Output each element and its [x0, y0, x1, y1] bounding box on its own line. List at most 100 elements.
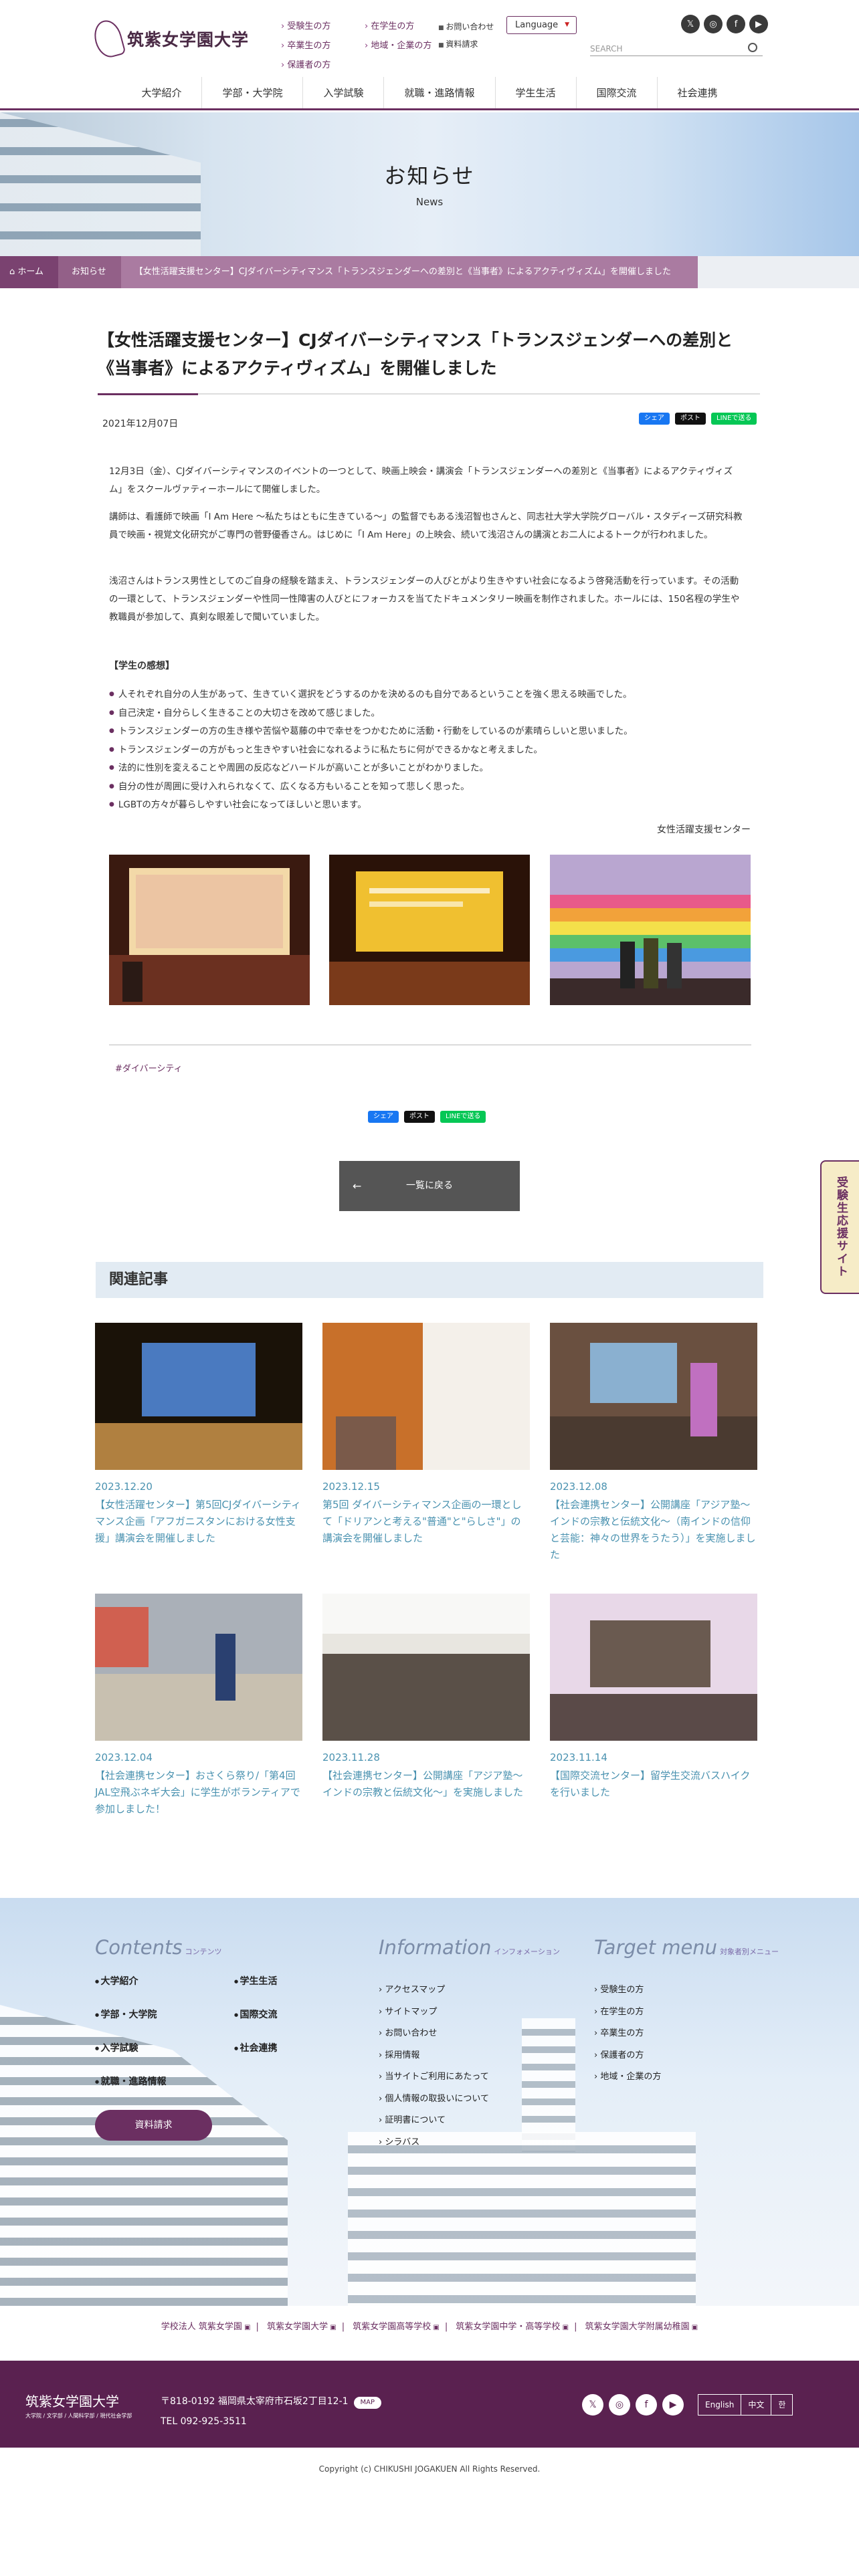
- nav-prospective[interactable]: 受験生の方: [281, 19, 358, 31]
- nav-parents[interactable]: 保護者の方: [281, 58, 358, 70]
- title-divider: [98, 393, 760, 395]
- site-logo[interactable]: 筑紫女学園大学: [90, 17, 249, 61]
- breadcrumb-home[interactable]: ⌂ ホーム: [0, 256, 59, 288]
- audience-nav: 受験生の方 在学生の方 卒業生の方 地域・企業の方 保護者の方: [281, 19, 442, 70]
- footer-link[interactable]: 採用情報: [379, 2045, 489, 2067]
- facebook-icon[interactable]: f: [636, 2394, 657, 2416]
- facebook-share-button[interactable]: シェア: [639, 413, 670, 425]
- footer-link[interactable]: 国際交流: [234, 1998, 278, 2032]
- list-item: トランスジェンダーの方がもっと生きやすい社会になれるように私たちに何ができるかな…: [109, 741, 745, 760]
- footer-link[interactable]: サイトマップ: [379, 2002, 489, 2024]
- event-photo: [550, 855, 751, 1005]
- gnav-admissions[interactable]: 入学試験: [302, 77, 383, 108]
- share-buttons-bottom: シェア ポスト LINEで送る: [368, 1111, 486, 1123]
- global-nav: 大学紹介 学部・大学院 入学試験 就職・進路情報 学生生活 国際交流 社会連携: [0, 77, 859, 110]
- search-icon[interactable]: [748, 43, 757, 52]
- lang-chinese[interactable]: 中文: [741, 2395, 771, 2415]
- footer-link[interactable]: 社会連携: [234, 2032, 278, 2065]
- contact-link[interactable]: お問い合わせ: [438, 22, 494, 31]
- related-card[interactable]: 2023.12.04 【社会連携センター】おさくら祭り/「第4回JAL空飛ぶネギ…: [95, 1594, 302, 1818]
- related-card[interactable]: 2023.11.14 【国際交流センター】留学生交流バスハイクを行いました: [550, 1594, 757, 1801]
- youtube-icon[interactable]: ▶: [749, 15, 768, 33]
- related-title: 第5回 ダイバーシティマンス企画の一環として「ドリアンと考える"普通"と"らしさ…: [322, 1499, 522, 1544]
- list-item: 自分の性が周囲に受け入れられなくて、広くなる方もいることを知って悲しく思った。: [109, 778, 745, 796]
- request-docs-link[interactable]: 資料請求: [438, 39, 478, 49]
- related-card[interactable]: 2023.12.20 【女性活躍センター】第5回CJダイバーシティマンス企画「ア…: [95, 1323, 302, 1547]
- footer-link[interactable]: 在学生の方: [594, 2002, 661, 2024]
- line-share-button[interactable]: LINEで送る: [711, 413, 757, 425]
- gnav-community[interactable]: 社会連携: [656, 77, 738, 108]
- related-site-link[interactable]: 筑紫女学園高等学校: [353, 2322, 440, 2332]
- nav-graduates[interactable]: 卒業生の方: [281, 38, 358, 51]
- footer-link[interactable]: 当サイトご利用にあたって: [379, 2066, 489, 2088]
- x-post-button[interactable]: ポスト: [675, 413, 706, 425]
- instagram-icon[interactable]: ◎: [704, 15, 723, 33]
- footer-sns: 𝕏 ◎ f ▶: [582, 2394, 684, 2416]
- footer-contents-heading: Contents コンテンツ: [95, 1936, 222, 1959]
- nav-community[interactable]: 地域・企業の方: [365, 38, 442, 51]
- footer-link[interactable]: 学生生活: [234, 1965, 278, 1998]
- footer-link[interactable]: 卒業生の方: [594, 2023, 661, 2045]
- breadcrumb-news[interactable]: お知らせ: [58, 256, 121, 288]
- nav-current[interactable]: 在学生の方: [365, 19, 442, 31]
- lang-korean[interactable]: 한: [771, 2395, 792, 2415]
- search-input[interactable]: SEARCH: [590, 40, 763, 56]
- footer-link[interactable]: シラバス: [379, 2132, 489, 2154]
- share-buttons-top: シェア ポスト LINEで送る: [639, 413, 757, 425]
- related-card[interactable]: 2023.12.08 【社会連携センター】公開講座「アジア塾〜インドの宗教と伝統…: [550, 1323, 757, 1564]
- related-title: 【国際交流センター】留学生交流バスハイクを行いました: [550, 1769, 751, 1798]
- tag-link[interactable]: #ダイバーシティ: [115, 1061, 183, 1074]
- footer-info-links: アクセスマップ サイトマップ お問い合わせ 採用情報 当サイトご利用にあたって …: [379, 1979, 489, 2153]
- article-title: 【女性活躍支援センター】CJダイバーシティマンス「トランスジェンダーへの差別と《…: [98, 330, 733, 378]
- footer-link[interactable]: 入学試験: [95, 2032, 167, 2065]
- related-site-link[interactable]: 学校法人 筑紫女学園: [161, 2322, 251, 2332]
- related-title: 【社会連携センター】おさくら祭り/「第4回JAL空飛ぶネギ大会」に学生がボランテ…: [95, 1769, 300, 1815]
- footer-link[interactable]: 個人情報の取扱いについて: [379, 2088, 489, 2111]
- request-docs-button[interactable]: 資料請求: [95, 2110, 212, 2141]
- related-card[interactable]: 2023.12.15 第5回 ダイバーシティマンス企画の一環として「ドリアンと考…: [322, 1323, 530, 1547]
- footer-link[interactable]: 地域・企業の方: [594, 2066, 661, 2088]
- footer-link[interactable]: 大学紹介: [95, 1965, 167, 1998]
- related-date: 2023.11.14: [550, 1751, 607, 1763]
- language-select[interactable]: Language: [506, 16, 577, 34]
- footer-link[interactable]: 受験生の方: [594, 1979, 661, 2002]
- page-title: お知らせ: [384, 163, 475, 189]
- page-subtitle: News: [415, 196, 444, 208]
- line-share-button[interactable]: LINEで送る: [440, 1111, 486, 1123]
- related-site-link[interactable]: 筑紫女学園大学: [267, 2322, 337, 2332]
- related-site-link[interactable]: 筑紫女学園中学・高等学校: [456, 2322, 569, 2332]
- footer-link[interactable]: お問い合わせ: [379, 2023, 489, 2045]
- footer-link[interactable]: 証明書について: [379, 2110, 489, 2132]
- gnav-about[interactable]: 大学紹介: [121, 77, 201, 108]
- related-date: 2023.12.15: [322, 1481, 380, 1493]
- facebook-share-button[interactable]: シェア: [368, 1111, 399, 1123]
- youtube-icon[interactable]: ▶: [662, 2394, 684, 2416]
- instagram-icon[interactable]: ◎: [609, 2394, 630, 2416]
- gnav-international[interactable]: 国際交流: [575, 77, 657, 108]
- facebook-icon[interactable]: f: [727, 15, 745, 33]
- breadcrumb-current: 【女性活躍支援センター】CJダイバーシティマンス「トランスジェンダーへの差別と《…: [120, 256, 698, 288]
- gnav-student-life[interactable]: 学生生活: [494, 77, 576, 108]
- footer-link[interactable]: 保護者の方: [594, 2045, 661, 2067]
- footer-link[interactable]: 学部・大学院: [95, 1998, 167, 2032]
- footer-bar: 筑紫女学園大学 大学院 / 文学部 / 人間科学部 / 現代社会学部 〒818-0…: [0, 2361, 859, 2448]
- related-site-link[interactable]: 筑紫女学園大学附属幼稚園: [585, 2322, 698, 2332]
- related-card[interactable]: 2023.11.28 【社会連携センター】公開講座「アジア塾〜インドの宗教と伝統…: [322, 1594, 530, 1801]
- related-thumbnail: [322, 1323, 530, 1470]
- impressions-heading: 【学生の感想】: [109, 661, 175, 671]
- x-icon[interactable]: 𝕏: [582, 2394, 603, 2416]
- list-item: トランスジェンダーの方の生き様や苦悩や葛藤の中で幸せをつかむために活動・行動をし…: [109, 722, 745, 741]
- gnav-faculties[interactable]: 学部・大学院: [201, 77, 302, 108]
- gnav-career[interactable]: 就職・進路情報: [383, 77, 494, 108]
- footer-link[interactable]: 就職・進路情報: [95, 2065, 167, 2099]
- breadcrumb: ⌂ ホーム お知らせ 【女性活躍支援センター】CJダイバーシティマンス「トランス…: [0, 256, 859, 288]
- applicant-site-tab[interactable]: 受験生応援サイト: [820, 1160, 859, 1294]
- footer-link[interactable]: アクセスマップ: [379, 1979, 489, 2002]
- footer-logo[interactable]: 筑紫女学園大学 大学院 / 文学部 / 人間科学部 / 現代社会学部: [25, 2391, 132, 2420]
- arrow-left-icon: ←: [353, 1180, 362, 1192]
- lang-english[interactable]: English: [698, 2395, 741, 2415]
- map-button[interactable]: MAP: [353, 2397, 382, 2409]
- x-icon[interactable]: 𝕏: [681, 15, 700, 33]
- back-to-list-button[interactable]: ← 一覧に戻る: [339, 1161, 520, 1211]
- x-post-button[interactable]: ポスト: [404, 1111, 435, 1123]
